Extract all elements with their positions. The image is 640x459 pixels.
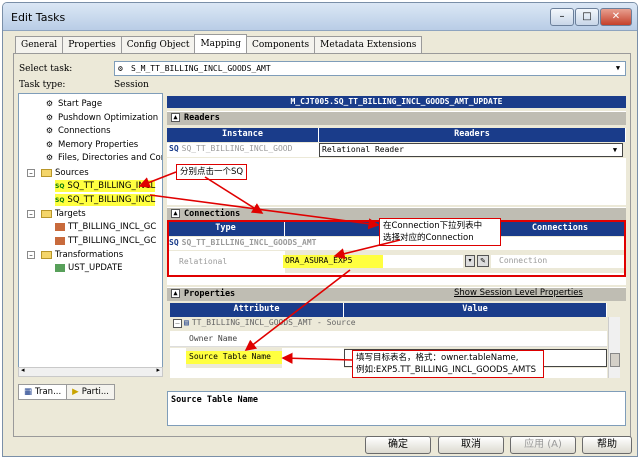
help-button[interactable]: 帮助 bbox=[582, 436, 632, 454]
arrow-sq-to-connection-callout bbox=[149, 194, 380, 230]
arrow-to-connections bbox=[204, 176, 264, 214]
cancel-button[interactable]: 取消 bbox=[438, 436, 504, 454]
arrow-to-sources bbox=[138, 171, 177, 188]
arrow-connection-to-table bbox=[244, 269, 351, 351]
arrow-to-source-table-name bbox=[281, 352, 353, 364]
ok-button[interactable]: 确定 bbox=[365, 436, 431, 454]
arrow-to-connection-value bbox=[333, 239, 401, 260]
apply-button[interactable]: 应用 (A) bbox=[510, 436, 576, 454]
annotation-arrows bbox=[138, 171, 401, 364]
